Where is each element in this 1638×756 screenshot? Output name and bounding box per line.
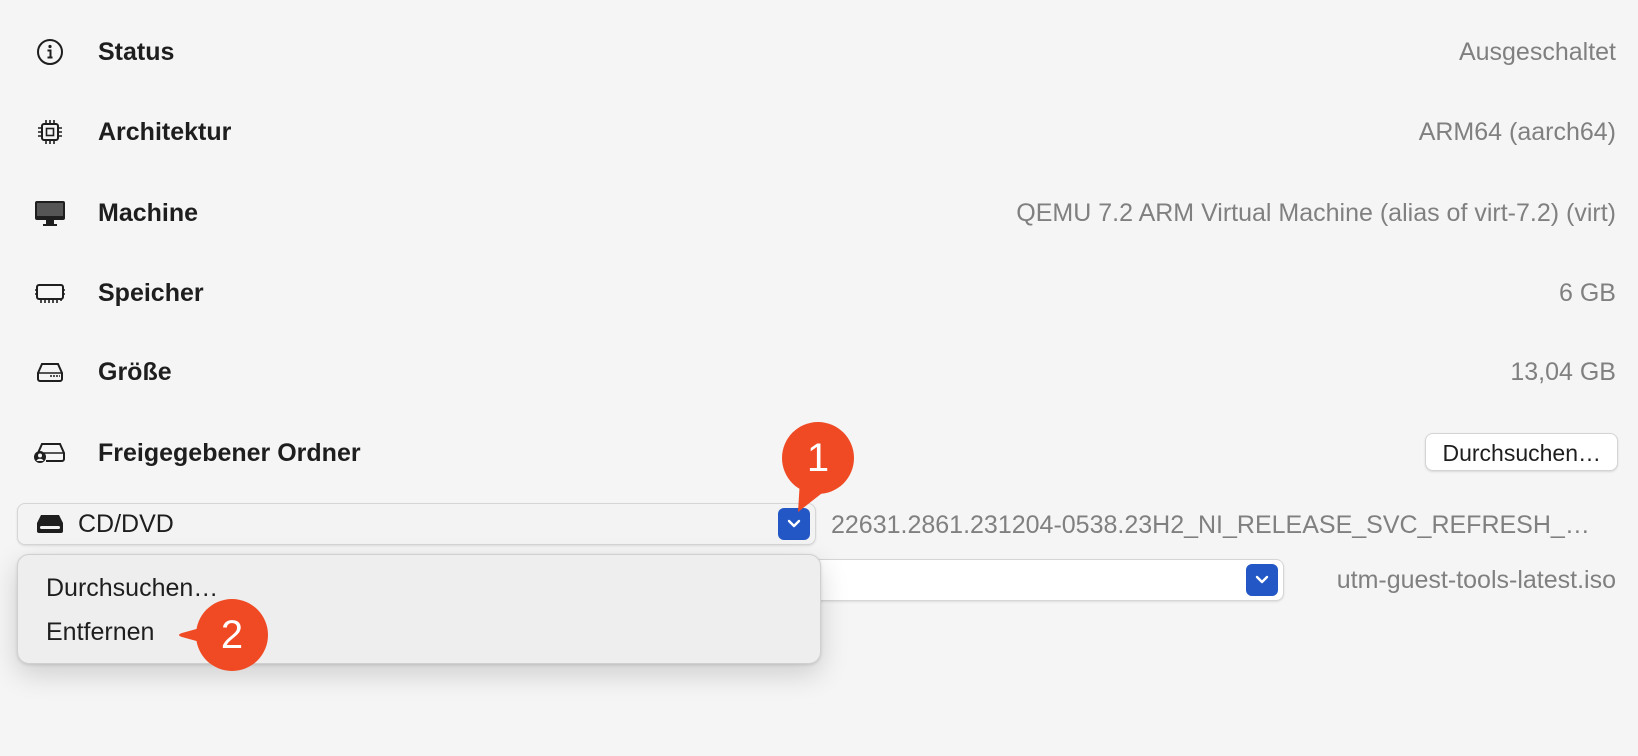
monitor-icon — [30, 198, 70, 228]
memory-value: 6 GB — [1559, 279, 1616, 307]
optical-drive-icon — [36, 513, 64, 540]
guest-tools-popup-button[interactable] — [800, 559, 1284, 601]
cd-dvd-label: CD/DVD — [78, 510, 174, 538]
cpu-icon — [30, 117, 70, 147]
status-value: Ausgeschaltet — [1458, 38, 1616, 66]
guest-tools-image-name: utm-guest-tools-latest.iso — [1336, 566, 1616, 594]
menu-item-browse[interactable]: Durchsuchen… — [46, 572, 218, 604]
shared-folder-label: Freigegebener Ordner — [98, 439, 361, 467]
machine-value: QEMU 7.2 ARM Virtual Machine (alias of v… — [1016, 199, 1616, 227]
row-architecture: Architektur ARM64 (aarch64) — [0, 102, 1638, 162]
cd-dvd-popup-button[interactable]: CD/DVD — [17, 503, 816, 545]
menu-item-remove[interactable]: Entfernen — [46, 616, 154, 648]
machine-label: Machine — [98, 199, 199, 227]
browse-shared-folder-button[interactable]: Durchsuchen… — [1425, 433, 1618, 471]
row-size: Größe 13,04 GB — [0, 342, 1638, 402]
size-value: 13,04 GB — [1510, 358, 1616, 386]
cd-dvd-image-name: 22631.2861.231204-0538.23H2_NI_RELEASE_S… — [831, 511, 1590, 539]
row-memory: Speicher 6 GB — [0, 263, 1638, 323]
row-status: Status Ausgeschaltet — [0, 22, 1638, 82]
drive-icon — [30, 357, 70, 387]
architecture-value: ARM64 (aarch64) — [1418, 118, 1616, 146]
status-label: Status — [98, 38, 175, 66]
shared-drive-icon — [30, 438, 70, 468]
memory-label: Speicher — [98, 279, 204, 307]
drive-dropdown-menu: Durchsuchen… Entfernen — [17, 554, 821, 664]
architecture-label: Architektur — [98, 118, 232, 146]
callout-number-1: 1 — [782, 422, 854, 494]
guest-tools-chevron-down-icon[interactable] — [1246, 564, 1278, 596]
memory-icon — [30, 278, 70, 308]
size-label: Größe — [98, 358, 172, 386]
info-icon — [30, 37, 70, 67]
callout-number-2: 2 — [196, 599, 268, 671]
row-machine: Machine QEMU 7.2 ARM Virtual Machine (al… — [0, 183, 1638, 243]
